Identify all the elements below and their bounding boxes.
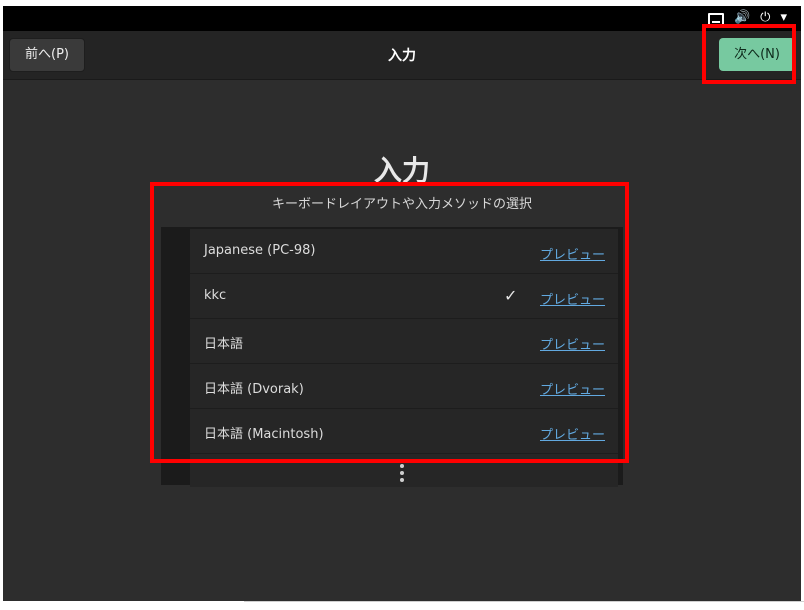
header-title: 入力 — [388, 48, 416, 64]
highlight-box-list — [150, 182, 629, 463]
top-panel: 🔊 ⏻ ▾ — [3, 6, 801, 31]
highlight-box-next — [702, 24, 796, 84]
vertical-ellipsis-icon — [400, 464, 404, 482]
header-bar: 前へ(P) 入力 次へ(N) — [3, 31, 801, 80]
